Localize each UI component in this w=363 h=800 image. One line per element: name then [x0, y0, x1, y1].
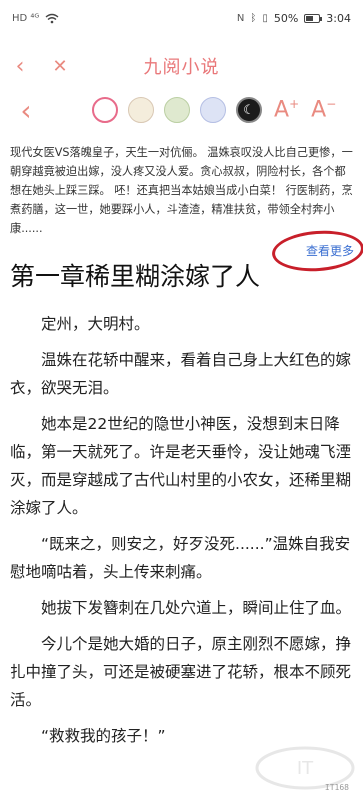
- wifi-icon: [45, 13, 59, 23]
- status-right: N ᛒ ▯ 50% 3:04: [237, 12, 351, 25]
- nav-back-button[interactable]: ‹: [0, 44, 40, 88]
- reader-back-button[interactable]: ‹: [8, 94, 44, 127]
- network-icon: HD ⁴ᴳ: [12, 12, 40, 24]
- clock: 3:04: [326, 11, 351, 25]
- theme-night-button[interactable]: ☾: [236, 97, 262, 123]
- chevron-left-icon: ‹: [15, 53, 25, 79]
- bluetooth-icon: ᛒ: [250, 12, 257, 24]
- chevron-left-icon: ‹: [20, 93, 32, 127]
- minus-icon: −: [326, 97, 337, 112]
- paragraph: “救救我的孩子！”: [41, 727, 166, 745]
- theme-swatches: ☾: [92, 97, 262, 123]
- top-nav: ‹ ✕ 九阅小说: [0, 44, 363, 88]
- vibrate-icon: ▯: [262, 12, 268, 24]
- font-decrease-button[interactable]: A−: [311, 97, 336, 122]
- reader-toolbar: ‹ ☾ A+ A−: [0, 88, 363, 132]
- paragraph: 她本是22世纪的隐世小神医，没想到末日降临，第一天就死了。许是老天垂怜，没让她魂…: [10, 415, 352, 517]
- nav-close-button[interactable]: ✕: [40, 44, 80, 88]
- status-bar: HD ⁴ᴳ N ᛒ ▯ 50% 3:04: [0, 0, 363, 36]
- plus-icon: +: [289, 97, 300, 112]
- battery-icon: [304, 13, 323, 23]
- see-more-link[interactable]: 查看更多: [306, 242, 354, 259]
- moon-icon: ☾: [243, 102, 255, 118]
- font-increase-label: A: [274, 97, 290, 123]
- paragraph: 她拔下发簪刺在几处穴道上，瞬间止住了血。: [41, 599, 352, 617]
- theme-blue-button[interactable]: [200, 97, 226, 123]
- chapter-title: 第一章稀里糊涂嫁了人: [10, 262, 261, 291]
- theme-cream-button[interactable]: [128, 97, 154, 123]
- chapter-content: 定州，大明村。 温姝在花轿中醒来，看着自己身上大红色的嫁衣，欲哭无泪。 她本是2…: [10, 310, 355, 758]
- svg-text:IT: IT: [297, 758, 314, 779]
- watermark-text: IT168: [324, 783, 349, 792]
- book-intro: 现代女医VS落魄皇子，天生一对伉俪。 温姝哀叹没人比自己更惨，一朝穿越竟被迫出嫁…: [10, 146, 353, 235]
- battery-percent: 50%: [273, 11, 299, 25]
- paragraph: 定州，大明村。: [41, 315, 150, 333]
- font-decrease-label: A: [311, 97, 327, 123]
- paragraph: 今儿个是她大婚的日子，原主刚烈不愿嫁，挣扎中撞了头，可还是被硬塞进了花轿，根本不…: [10, 635, 352, 709]
- theme-white-button[interactable]: [92, 97, 118, 123]
- theme-green-button[interactable]: [164, 97, 190, 123]
- close-icon: ✕: [52, 55, 68, 77]
- nfc-icon: N: [236, 12, 245, 24]
- paragraph: 温姝在花轿中醒来，看着自己身上大红色的嫁衣，欲哭无泪。: [10, 351, 352, 397]
- font-increase-button[interactable]: A+: [274, 97, 299, 122]
- status-left: HD ⁴ᴳ: [12, 13, 59, 24]
- paragraph: “既来之，则安之，好歹没死......”温姝自我安慰地嘀咕着，头上传来刺痛。: [10, 535, 351, 581]
